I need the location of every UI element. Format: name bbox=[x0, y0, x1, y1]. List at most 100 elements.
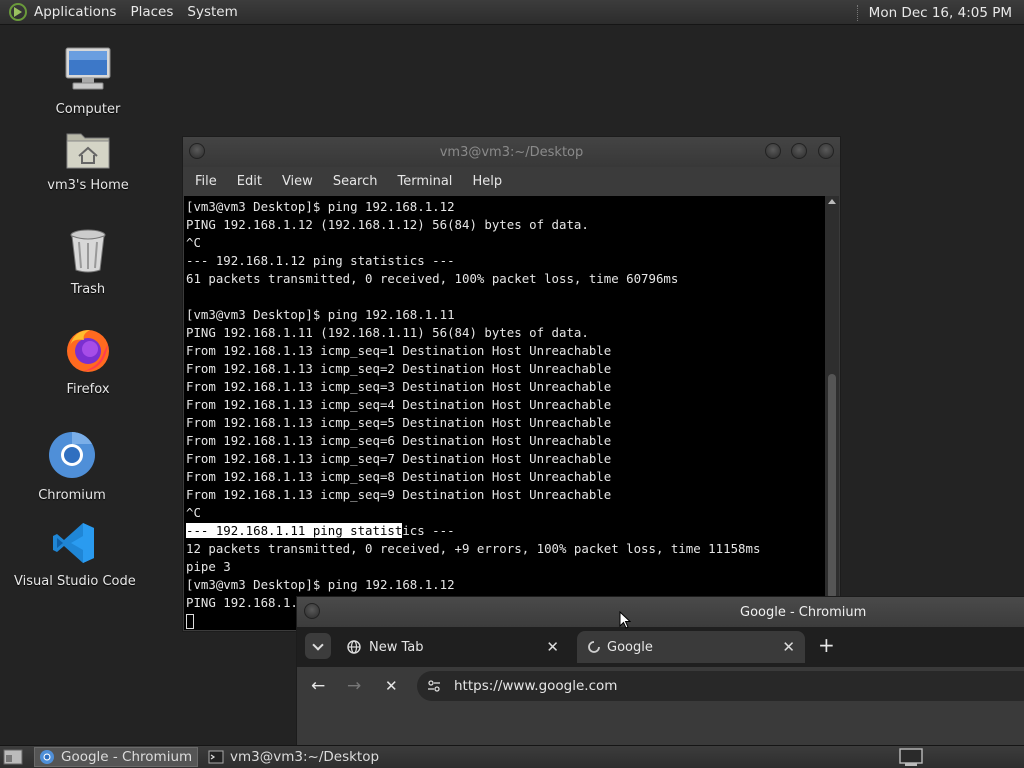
site-info-icon[interactable] bbox=[427, 679, 441, 693]
loading-icon bbox=[588, 641, 600, 653]
window-menu-icon[interactable] bbox=[304, 603, 320, 619]
terminal-line: ^C bbox=[186, 235, 201, 250]
chromium-icon bbox=[40, 750, 54, 764]
forward-button[interactable]: → bbox=[347, 676, 361, 696]
terminal-titlebar[interactable]: vm3@vm3:~/Desktop bbox=[183, 137, 840, 167]
menu-view[interactable]: View bbox=[282, 174, 313, 189]
taskbar-item-label: Google - Chromium bbox=[61, 749, 193, 765]
tab-google[interactable]: Google ✕ bbox=[577, 631, 805, 663]
browser-toolbar: ← → ✕ https://www.google.com bbox=[297, 667, 1024, 705]
desktop-icon-trash[interactable]: Trash bbox=[48, 228, 128, 297]
tab-close-icon[interactable]: ✕ bbox=[546, 638, 559, 656]
mouse-cursor-icon bbox=[619, 611, 631, 629]
vscode-icon bbox=[53, 523, 94, 563]
panel-separator bbox=[856, 4, 861, 21]
system-menu[interactable]: System bbox=[187, 4, 237, 20]
desktop-icon-vscode[interactable]: Visual Studio Code bbox=[14, 520, 136, 589]
home-folder-icon bbox=[66, 133, 110, 169]
tab-new-tab[interactable]: New Tab ✕ bbox=[335, 631, 569, 663]
terminal-lines: [vm3@vm3 Desktop]$ ping 192.168.1.12 PING… bbox=[184, 196, 826, 630]
menu-terminal[interactable]: Terminal bbox=[397, 174, 452, 189]
terminal-line: From 192.168.1.13 icmp_seq=4 Destination… bbox=[186, 397, 612, 412]
terminal-line: From 192.168.1.13 icmp_seq=6 Destination… bbox=[186, 433, 612, 448]
desktop-icon-label: Firefox bbox=[66, 382, 110, 397]
terminal-window[interactable]: vm3@vm3:~/Desktop File Edit View Search … bbox=[182, 136, 841, 632]
taskbar-item-label: vm3@vm3:~/Desktop bbox=[230, 749, 380, 765]
back-button[interactable]: ← bbox=[311, 676, 325, 696]
menu-help[interactable]: Help bbox=[472, 174, 502, 189]
maximize-icon[interactable] bbox=[791, 143, 807, 159]
menu-file[interactable]: File bbox=[195, 174, 217, 189]
terminal-line: From 192.168.1.13 icmp_seq=3 Destination… bbox=[186, 379, 612, 394]
scroll-up-arrow-icon[interactable] bbox=[828, 199, 836, 204]
desktop-icon-label: Trash bbox=[70, 282, 106, 297]
minimize-icon[interactable] bbox=[765, 143, 781, 159]
tab-strip: New Tab ✕ Google ✕ + bbox=[297, 627, 1024, 667]
terminal-line: [vm3@vm3 Desktop]$ ping 192.168.1.11 bbox=[186, 307, 455, 322]
places-menu[interactable]: Places bbox=[130, 4, 173, 20]
desktop-icon-chromium[interactable]: Chromium bbox=[32, 430, 112, 503]
address-bar[interactable]: https://www.google.com bbox=[417, 671, 1024, 701]
terminal-line: PING 192.168.1.11 (192.168.1.11) 56(84) … bbox=[186, 325, 589, 340]
workspace-switcher-icon[interactable] bbox=[898, 748, 924, 766]
terminal-cursor bbox=[186, 614, 194, 629]
scrollbar-thumb[interactable] bbox=[828, 374, 836, 599]
desktop-icon-firefox[interactable]: Firefox bbox=[48, 326, 128, 397]
chromium-titlebar[interactable]: Google - Chromium bbox=[297, 597, 1024, 627]
menu-edit[interactable]: Edit bbox=[237, 174, 262, 189]
terminal-line: --- 192.168.1.12 ping statistics --- bbox=[186, 253, 455, 268]
close-icon[interactable] bbox=[818, 143, 834, 159]
selected-text: --- 192.168.1.11 ping statist bbox=[186, 523, 403, 538]
chromium-window[interactable]: Google - Chromium New Tab ✕ Google ✕ + ←… bbox=[296, 596, 1024, 746]
chevron-down-icon bbox=[312, 639, 324, 651]
terminal-line: From 192.168.1.13 icmp_seq=9 Destination… bbox=[186, 487, 612, 502]
desktop-icon-computer[interactable]: Computer bbox=[48, 44, 128, 117]
stop-loading-button[interactable]: ✕ bbox=[385, 677, 398, 695]
terminal-line: From 192.168.1.13 icmp_seq=8 Destination… bbox=[186, 469, 612, 484]
terminal-output[interactable]: [vm3@vm3 Desktop]$ ping 192.168.1.12 PING… bbox=[184, 196, 826, 630]
tab-label: New Tab bbox=[369, 640, 424, 655]
desktop-icon-label: vm3's Home bbox=[47, 178, 129, 193]
terminal-line: 12 packets transmitted, 0 received, +9 e… bbox=[186, 541, 761, 556]
terminal-line: 61 packets transmitted, 0 received, 100%… bbox=[186, 271, 679, 286]
terminal-line: --- 192.168.1.11 ping statistics --- bbox=[186, 522, 826, 540]
tab-label: Google bbox=[607, 640, 653, 655]
terminal-line: From 192.168.1.13 icmp_seq=1 Destination… bbox=[186, 343, 612, 358]
terminal-line-text: ics --- bbox=[402, 523, 455, 538]
clock-area: Mon Dec 16, 4:05 PM bbox=[856, 0, 1012, 25]
terminal-title: vm3@vm3:~/Desktop bbox=[439, 145, 584, 160]
new-tab-button[interactable]: + bbox=[818, 633, 835, 657]
menu-search[interactable]: Search bbox=[333, 174, 378, 189]
globe-icon bbox=[347, 640, 361, 654]
desktop-icon-label: Visual Studio Code bbox=[14, 574, 136, 589]
computer-icon bbox=[65, 47, 111, 90]
chromium-icon bbox=[49, 432, 95, 478]
trash-icon bbox=[70, 229, 106, 273]
applications-logo-icon[interactable] bbox=[8, 2, 28, 22]
taskbar-item-chromium[interactable]: Google - Chromium bbox=[34, 747, 198, 767]
tab-search-button[interactable] bbox=[305, 633, 331, 659]
bottom-panel: Google - Chromium vm3@vm3:~/Desktop bbox=[0, 745, 1024, 768]
terminal-scrollbar[interactable] bbox=[825, 196, 839, 630]
tab-close-icon[interactable]: ✕ bbox=[782, 638, 795, 656]
applications-menu[interactable]: Applications bbox=[34, 4, 116, 20]
terminal-menubar: File Edit View Search Terminal Help bbox=[183, 167, 840, 195]
terminal-line: From 192.168.1.13 icmp_seq=7 Destination… bbox=[186, 451, 612, 466]
terminal-line: [vm3@vm3 Desktop]$ ping 192.168.1.12 bbox=[186, 577, 455, 592]
chromium-title: Google - Chromium bbox=[740, 605, 867, 620]
desktop-icon-home[interactable]: vm3's Home bbox=[43, 128, 133, 193]
terminal-line: PING 192.168.1.12 (192.168.1.12) 56(84) … bbox=[186, 217, 589, 232]
terminal-icon bbox=[208, 750, 224, 764]
top-panel: Applications Places System Mon Dec 16, 4… bbox=[0, 0, 1024, 25]
terminal-line: From 192.168.1.13 icmp_seq=5 Destination… bbox=[186, 415, 612, 430]
terminal-line: [vm3@vm3 Desktop]$ ping 192.168.1.12 bbox=[186, 199, 455, 214]
taskbar-item-terminal[interactable]: vm3@vm3:~/Desktop bbox=[204, 747, 404, 767]
firefox-icon bbox=[67, 330, 109, 372]
terminal-line: ^C bbox=[186, 505, 201, 520]
clock[interactable]: Mon Dec 16, 4:05 PM bbox=[869, 5, 1012, 21]
url-text[interactable]: https://www.google.com bbox=[454, 678, 617, 694]
terminal-line: pipe 3 bbox=[186, 559, 231, 574]
show-desktop-icon[interactable] bbox=[3, 749, 23, 765]
desktop-icon-label: Chromium bbox=[38, 488, 106, 503]
